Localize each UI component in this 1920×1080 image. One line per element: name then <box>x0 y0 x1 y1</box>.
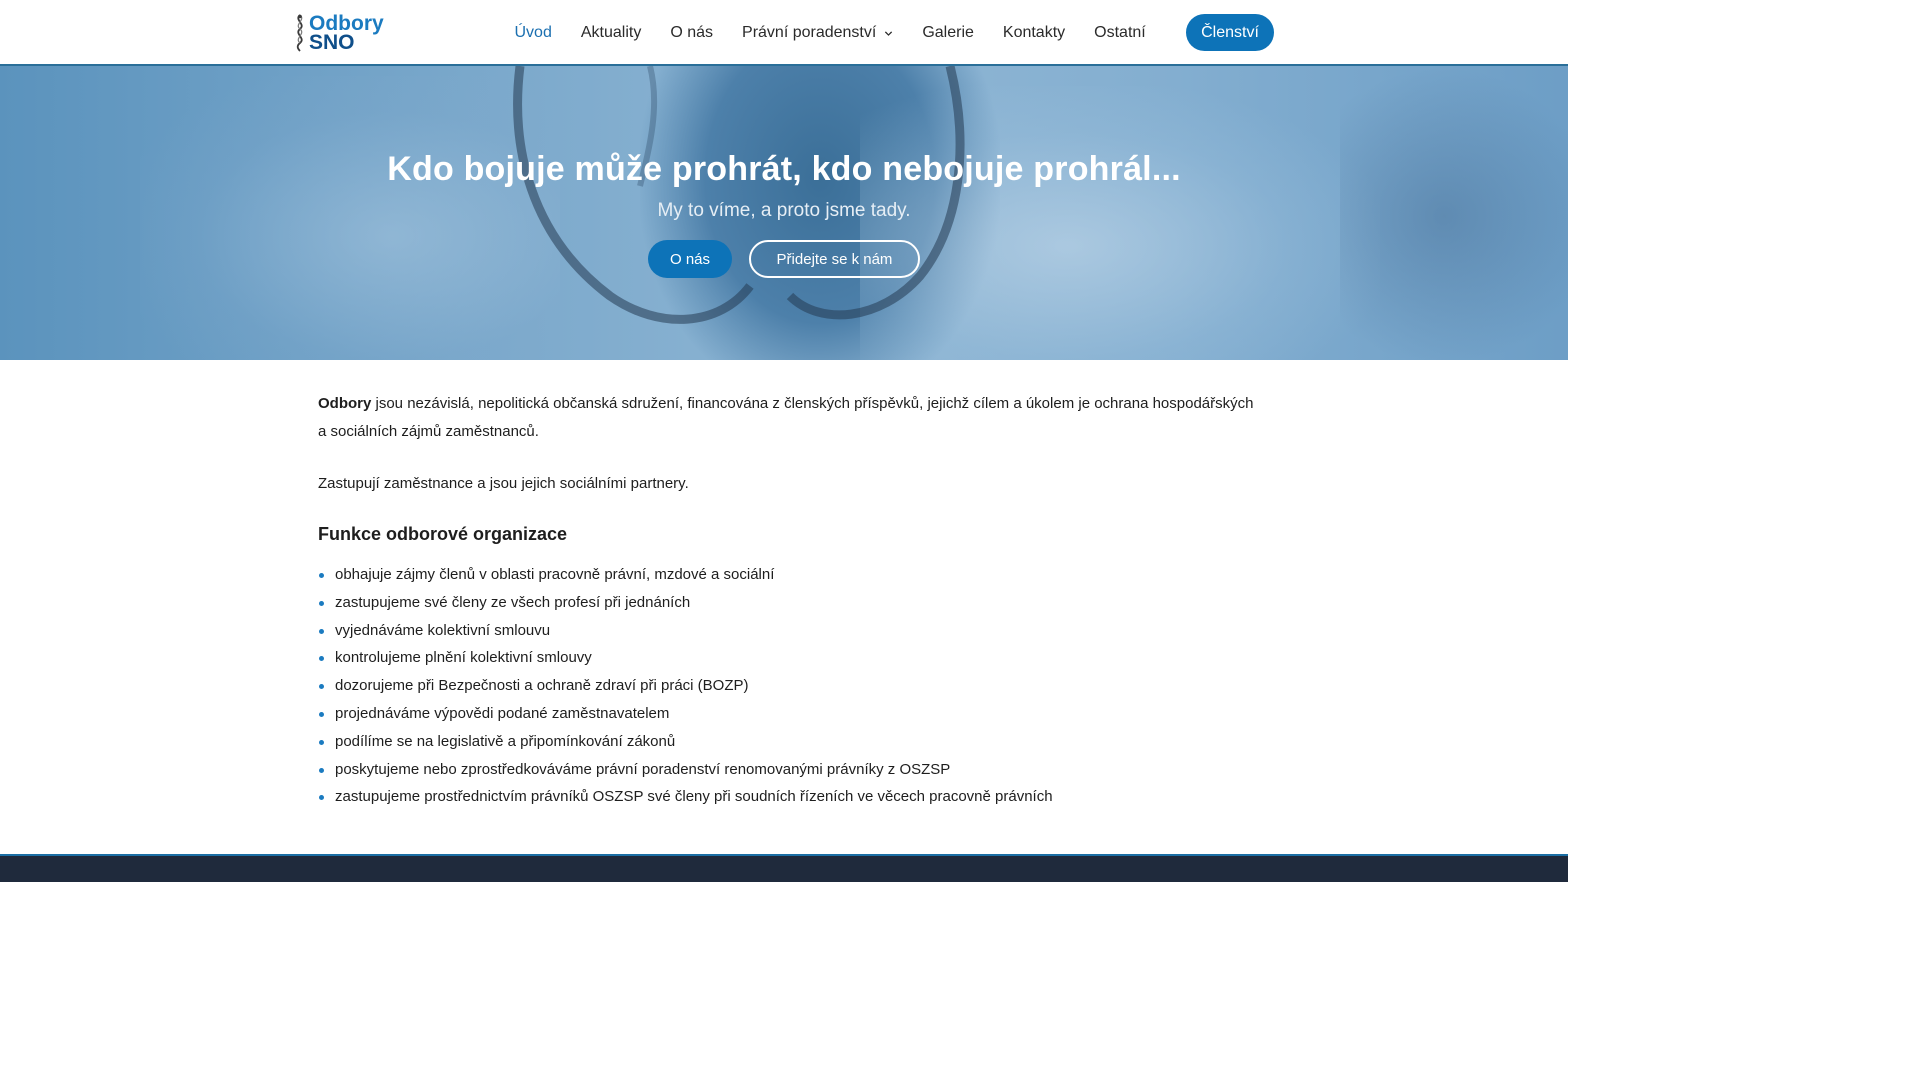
nav-item-aktuality[interactable]: Aktuality <box>581 24 641 42</box>
logo-text: Odbory SNO <box>309 13 384 54</box>
nav-item-o-nas[interactable]: O nás <box>670 24 713 42</box>
hero-title: Kdo bojuje může prohrát, kdo nebojuje pr… <box>387 150 1181 188</box>
list-item-text: dozorujeme při Bezpečnosti a ochraně zdr… <box>335 677 749 695</box>
caduceus-icon <box>296 14 303 52</box>
list-item: kontrolujeme plnění kolektivní smlouvy <box>318 644 1258 672</box>
hero-banner: Kdo bojuje může prohrát, kdo nebojuje pr… <box>0 66 1568 360</box>
list-item: vyjednáváme kolektivní smlouvu <box>318 617 1258 645</box>
site-header: Odbory SNO Úvod Aktuality O nás Právní p… <box>0 0 1568 66</box>
nav-item-uvod[interactable]: Úvod <box>515 24 552 42</box>
nav-item-pravni-poradenstvi[interactable]: Právní poradenství <box>742 24 893 42</box>
intro-paragraph: Odbory jsou nezávislá, nepolitická občan… <box>318 390 1258 446</box>
intro-text: jsou nezávislá, nepolitická občanská sdr… <box>318 395 1254 440</box>
functions-list: obhajuje zájmy členů v oblasti pracovně … <box>318 561 1258 811</box>
list-item: dozorujeme při Bezpečnosti a ochraně zdr… <box>318 672 1258 700</box>
bullet-icon <box>319 656 324 662</box>
bullet-icon <box>319 711 324 717</box>
site-logo[interactable]: Odbory SNO <box>293 12 393 54</box>
bullet-icon <box>319 600 324 606</box>
list-item-text: zastupujeme své členy ze všech profesí p… <box>335 593 691 611</box>
functions-heading: Funkce odborové organizace <box>318 524 568 544</box>
list-item: obhajuje zájmy členů v oblasti pracovně … <box>318 561 1258 589</box>
bullet-icon <box>319 739 324 745</box>
nav-item-kontakty[interactable]: Kontakty <box>1003 24 1065 42</box>
nav-item-pravni-poradenstvi-label: Právní poradenství <box>742 24 877 41</box>
list-item-text: podílíme se na legislativě a připomínkov… <box>335 732 676 750</box>
list-item: zastupujeme prostřednictvím právníků OSZ… <box>318 783 1258 811</box>
bullet-icon <box>319 684 324 690</box>
join-us-button[interactable]: Přidejte se k nám <box>749 240 920 278</box>
nav-item-galerie[interactable]: Galerie <box>922 24 974 42</box>
bullet-icon <box>319 573 324 578</box>
list-item-text: vyjednáváme kolektivní smlouvu <box>335 621 551 639</box>
logo-line-2: SNO <box>309 31 355 54</box>
site-footer <box>0 854 1568 882</box>
list-item: projednáváme výpovědi podané zaměstnavat… <box>318 700 1258 728</box>
main-content: Odbory jsou nezávislá, nepolitická občan… <box>318 390 1258 811</box>
list-item-text: kontrolujeme plnění kolektivní smlouvy <box>335 649 592 667</box>
list-item: poskytujeme nebo zprostředkováváme právn… <box>318 756 1258 784</box>
list-item-text: poskytujeme nebo zprostředkováváme právn… <box>335 760 951 778</box>
chevron-down-icon <box>885 30 893 36</box>
list-item: zastupujeme své členy ze všech profesí p… <box>318 589 1258 617</box>
main-nav: Úvod Aktuality O nás Právní poradenství … <box>500 14 1160 52</box>
list-item-text: projednáváme výpovědi podané zaměstnavat… <box>335 704 670 722</box>
hero-subtitle: My to víme, a proto jsme tady. <box>657 200 911 221</box>
bullet-icon <box>319 795 324 801</box>
bullet-icon <box>319 767 324 773</box>
intro-paragraph-2: Zastupují zaměstnance a jsou jejich soci… <box>318 475 689 492</box>
list-item-text: zastupujeme prostřednictvím právníků OSZ… <box>335 788 1053 806</box>
membership-button[interactable]: Členství <box>1186 14 1274 51</box>
nav-item-ostatni[interactable]: Ostatní <box>1094 24 1146 42</box>
list-item-text: obhajuje zájmy členů v oblasti pracovně … <box>335 566 775 583</box>
list-item: podílíme se na legislativě a připomínkov… <box>318 728 1258 756</box>
about-us-button[interactable]: O nás <box>648 240 732 278</box>
bullet-icon <box>319 628 324 634</box>
intro-bold: Odbory <box>318 395 372 412</box>
